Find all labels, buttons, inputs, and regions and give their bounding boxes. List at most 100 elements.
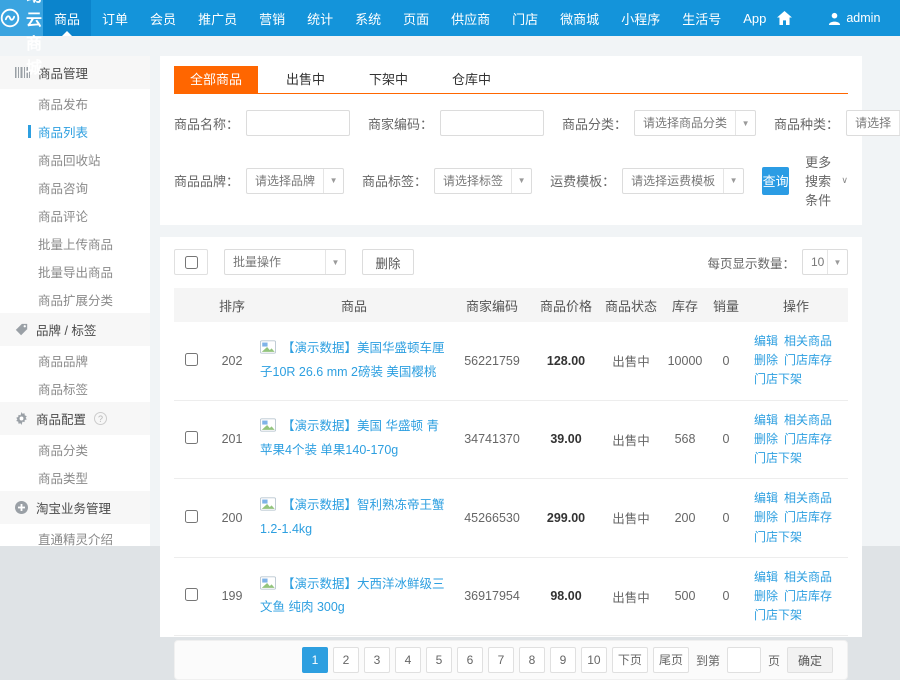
store-off-shelf-link[interactable]: 门店下架 [754, 608, 802, 622]
nav-item-pages[interactable]: 页面 [392, 0, 440, 36]
delete-link[interactable]: 删除 [754, 510, 778, 524]
jump-page-input[interactable] [727, 647, 761, 673]
top-nav-bar: 移动云商城 商品 订单 会员 推广员 营销 统计 系统 页面 供应商 门店 微商… [0, 0, 900, 36]
nav-item-promoters[interactable]: 推广员 [187, 0, 248, 36]
tab-off-shelf[interactable]: 下架中 [353, 66, 424, 93]
store-off-shelf-link[interactable]: 门店下架 [754, 451, 802, 465]
sidebar-item-product-tag[interactable]: 商品标签 [0, 374, 150, 402]
page-button-9[interactable]: 9 [550, 647, 576, 673]
sidebar-group-product-management[interactable]: 商品管理 [0, 56, 150, 89]
edit-link[interactable]: 编辑 [754, 570, 778, 584]
product-name-input[interactable] [246, 110, 350, 136]
jump-confirm-button[interactable]: 确定 [787, 647, 833, 673]
nav-item-stores[interactable]: 门店 [501, 0, 549, 36]
select-all-checkbox-box[interactable] [174, 249, 208, 275]
store-stock-link[interactable]: 门店库存 [784, 589, 832, 603]
search-button[interactable]: 查询 [762, 167, 789, 195]
page-button-2[interactable]: 2 [333, 647, 359, 673]
page-button-3[interactable]: 3 [364, 647, 390, 673]
sidebar-item-batch-upload[interactable]: 批量上传商品 [0, 229, 150, 257]
tab-on-sale[interactable]: 出售中 [270, 66, 341, 93]
sidebar-item-product-inquiry[interactable]: 商品咨询 [0, 173, 150, 201]
home-icon[interactable] [777, 11, 792, 25]
delete-link[interactable]: 删除 [754, 353, 778, 367]
nav-item-mini-program[interactable]: 小程序 [610, 0, 671, 36]
sidebar-item-product-category[interactable]: 商品分类 [0, 435, 150, 463]
related-products-link[interactable]: 相关商品 [784, 570, 832, 584]
tab-all-products[interactable]: 全部商品 [174, 66, 258, 93]
product-tag-select[interactable]: 请选择标签 ▼ [434, 168, 532, 194]
edit-link[interactable]: 编辑 [754, 334, 778, 348]
row-checkbox[interactable] [185, 510, 198, 523]
related-products-link[interactable]: 相关商品 [784, 491, 832, 505]
nav-item-products[interactable]: 商品 [43, 0, 91, 36]
sidebar-item-product-brand[interactable]: 商品品牌 [0, 346, 150, 374]
row-checkbox[interactable] [185, 588, 198, 601]
help-icon[interactable]: ? [94, 412, 107, 425]
store-stock-link[interactable]: 门店库存 [784, 510, 832, 524]
sidebar-item-product-list[interactable]: 商品列表 [0, 117, 150, 145]
edit-link[interactable]: 编辑 [754, 491, 778, 505]
nav-item-statistics[interactable]: 统计 [296, 0, 344, 36]
product-name-link[interactable]: 【演示数据】美国 华盛顿 青苹果4个装 单果140-170g [260, 419, 439, 457]
sidebar-item-product-type[interactable]: 商品类型 [0, 463, 150, 491]
tab-in-warehouse[interactable]: 仓库中 [436, 66, 507, 93]
page-button-5[interactable]: 5 [426, 647, 452, 673]
row-product-cell: 【演示数据】美国华盛顿车厘子10R 26.6 mm 2磅装 美国樱桃 [256, 322, 452, 400]
store-stock-link[interactable]: 门店库存 [784, 432, 832, 446]
page-button-10[interactable]: 10 [581, 647, 607, 673]
page-button-6[interactable]: 6 [457, 647, 483, 673]
product-name-link[interactable]: 【演示数据】美国华盛顿车厘子10R 26.6 mm 2磅装 美国樱桃 [260, 341, 445, 379]
select-all-checkbox[interactable] [185, 256, 198, 269]
row-checkbox[interactable] [185, 431, 198, 444]
sidebar-item-zhitong-intro[interactable]: 直通精灵介绍 [0, 524, 150, 546]
nav-item-orders[interactable]: 订单 [91, 0, 139, 36]
app-logo[interactable]: 移动云商城 [0, 0, 43, 36]
next-page-button[interactable]: 下页 [612, 647, 648, 673]
product-category-select[interactable]: 请选择商品分类 ▼ [634, 110, 756, 136]
product-species-select[interactable]: 请选择 ▼ [846, 110, 900, 136]
related-products-link[interactable]: 相关商品 [784, 413, 832, 427]
related-products-link[interactable]: 相关商品 [784, 334, 832, 348]
store-stock-link[interactable]: 门店库存 [784, 353, 832, 367]
product-name-link[interactable]: 【演示数据】智利熟冻帝王蟹1.2-1.4kg [260, 498, 445, 536]
store-off-shelf-link[interactable]: 门店下架 [754, 530, 802, 544]
product-brand-select[interactable]: 请选择品牌 ▼ [246, 168, 344, 194]
nav-item-system[interactable]: 系统 [344, 0, 392, 36]
freight-template-select[interactable]: 请选择运费模板 ▼ [622, 168, 744, 194]
nav-item-micro-mall[interactable]: 微商城 [549, 0, 610, 36]
delete-link[interactable]: 删除 [754, 432, 778, 446]
page-button-4[interactable]: 4 [395, 647, 421, 673]
more-search-conditions-link[interactable]: 更多搜索条件 ∨ [805, 152, 848, 209]
delete-link[interactable]: 删除 [754, 589, 778, 603]
sidebar-item-extended-category[interactable]: 商品扩展分类 [0, 285, 150, 313]
admin-page: { "colors": { "header_blue": "#1494da", … [0, 0, 900, 546]
page-button-8[interactable]: 8 [519, 647, 545, 673]
edit-link[interactable]: 编辑 [754, 413, 778, 427]
store-off-shelf-link[interactable]: 门店下架 [754, 372, 802, 386]
page-button-1[interactable]: 1 [302, 647, 328, 673]
nav-item-app[interactable]: App [732, 0, 777, 36]
nav-item-suppliers[interactable]: 供应商 [440, 0, 501, 36]
row-product-cell: 【演示数据】大西洋冰鲜级三文鱼 纯肉 300g [256, 557, 452, 636]
batch-operation-select[interactable]: 批量操作 ▼ [224, 249, 346, 275]
sidebar-item-recycle-bin[interactable]: 商品回收站 [0, 145, 150, 173]
nav-item-members[interactable]: 会员 [139, 0, 187, 36]
last-page-button[interactable]: 尾页 [653, 647, 689, 673]
product-name-link[interactable]: 【演示数据】大西洋冰鲜级三文鱼 纯肉 300g [260, 577, 445, 615]
per-page-select[interactable]: 10 ▼ [802, 249, 848, 275]
product-thumbnail-icon [260, 418, 276, 440]
page-button-7[interactable]: 7 [488, 647, 514, 673]
merchant-code-input[interactable] [440, 110, 544, 136]
sidebar-group-brand-tag[interactable]: 品牌 / 标签 [0, 313, 150, 346]
row-checkbox[interactable] [185, 353, 198, 366]
nav-item-life-account[interactable]: 生活号 [671, 0, 732, 36]
sidebar-item-batch-export[interactable]: 批量导出商品 [0, 257, 150, 285]
sidebar-item-product-comments[interactable]: 商品评论 [0, 201, 150, 229]
user-menu[interactable]: admin [828, 11, 880, 25]
sidebar-group-taobao-management[interactable]: 淘宝业务管理 [0, 491, 150, 524]
delete-button[interactable]: 删除 [362, 249, 414, 275]
sidebar-item-product-publish[interactable]: 商品发布 [0, 89, 150, 117]
sidebar-group-product-config[interactable]: 商品配置 ? [0, 402, 150, 435]
nav-item-marketing[interactable]: 营销 [248, 0, 296, 36]
